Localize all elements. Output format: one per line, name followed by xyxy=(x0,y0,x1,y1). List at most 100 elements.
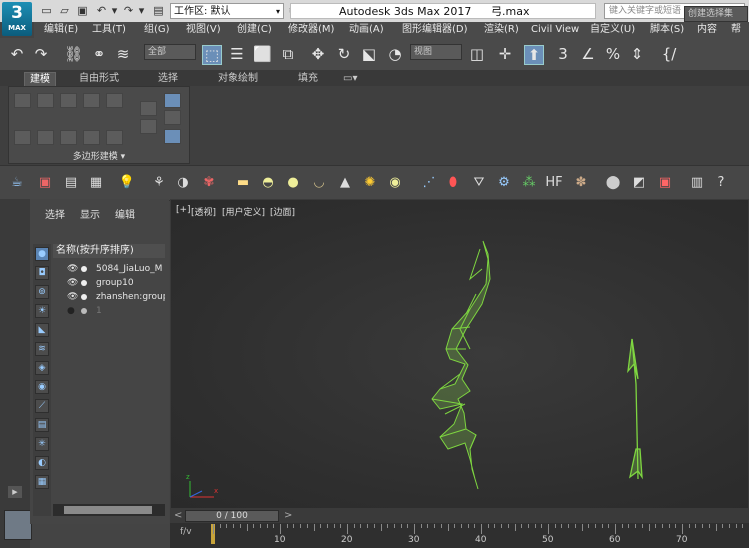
ribbon-button-e[interactable] xyxy=(106,130,123,145)
undo-dropdown-icon[interactable]: ▾ xyxy=(108,4,121,17)
rendered-frame-icon[interactable]: ▤ xyxy=(62,174,80,192)
tab-freeform[interactable]: 自由形式 xyxy=(79,72,119,86)
undo-icon[interactable]: ↶ xyxy=(95,4,108,17)
percent-snap-icon[interactable]: % xyxy=(604,45,622,63)
cone-icon[interactable]: ▲ xyxy=(336,174,354,192)
rectangular-selection-icon[interactable]: ⬜ xyxy=(253,45,272,63)
keyboard-shortcut-toggle-icon[interactable]: ⬆ xyxy=(524,45,544,65)
menu-group[interactable]: 组(G) xyxy=(144,22,170,38)
visibility-eye-icon[interactable]: 👁 xyxy=(67,276,78,290)
ribbon-button-g[interactable] xyxy=(140,119,157,134)
angle-snap-icon[interactable]: ∠ xyxy=(579,45,597,63)
filter-geometry-icon[interactable]: ◘ xyxy=(35,266,49,280)
teapot-icon[interactable]: ☕ xyxy=(8,174,26,192)
ribbon-button-d[interactable] xyxy=(83,130,100,145)
grid-icon[interactable]: ⋰ xyxy=(420,174,438,192)
scale-icon[interactable]: ⬕ xyxy=(360,45,378,63)
unlink-icon[interactable]: ⚭ xyxy=(90,45,108,63)
ribbon-button-border[interactable] xyxy=(60,93,77,108)
filter-frozen-icon[interactable]: ▦ xyxy=(35,475,49,489)
menu-help[interactable]: 帮助 xyxy=(731,22,749,51)
menu-scripting[interactable]: 脚本(S) xyxy=(650,22,684,38)
ribbon-button-f[interactable] xyxy=(140,101,157,116)
save-icon[interactable]: ▣ xyxy=(76,4,89,17)
tree-row[interactable]: 👁 group10 xyxy=(53,276,165,290)
visibility-eye-icon[interactable]: ● xyxy=(67,304,75,318)
mini-viewport-thumbnail[interactable] xyxy=(4,510,32,540)
select-by-name-icon[interactable]: ☰ xyxy=(228,45,246,63)
time-next-icon[interactable]: > xyxy=(284,510,292,521)
filter-bones-icon[interactable]: ▤ xyxy=(35,418,49,432)
tab-modeling[interactable]: 建模 xyxy=(24,72,56,87)
ribbon-button-element[interactable] xyxy=(106,93,123,108)
spinner-snap-icon[interactable]: ⇕ xyxy=(628,45,646,63)
ribbon-options-icon[interactable]: ▭▾ xyxy=(343,72,357,86)
mix-icon[interactable]: ✽ xyxy=(572,174,590,192)
filter-lights-icon[interactable]: ☀ xyxy=(35,304,49,318)
camera-icon[interactable]: ◑ xyxy=(174,174,192,192)
named-selection-set-input[interactable]: 创建选择集 xyxy=(684,6,748,22)
ribbon-button-a[interactable] xyxy=(14,130,31,145)
render-setup-icon[interactable]: ▣ xyxy=(36,174,54,192)
menu-graph-editors[interactable]: 图形编辑器(D) xyxy=(402,22,468,38)
project-icon[interactable]: ▥ xyxy=(688,174,706,192)
filter-xrefs-icon[interactable]: ⟋ xyxy=(35,399,49,413)
menu-animation[interactable]: 动画(A) xyxy=(349,22,384,38)
bind-space-warp-icon[interactable]: ≋ xyxy=(114,45,132,63)
filter-shapes-icon[interactable]: ⊚ xyxy=(35,285,49,299)
reference-coordinate-select[interactable]: 视图 xyxy=(410,44,462,60)
render-production-icon[interactable]: ▦ xyxy=(87,174,105,192)
filter-hidden-icon[interactable]: ◐ xyxy=(35,456,49,470)
tree-column-header[interactable]: 名称(按升序排序) xyxy=(53,244,165,258)
hf-icon[interactable]: HF xyxy=(545,174,563,192)
render-frame-window-icon[interactable]: ✾ xyxy=(200,174,218,192)
select-manipulate-icon[interactable]: ✛ xyxy=(496,45,514,63)
bowl-icon[interactable]: ◡ xyxy=(310,174,328,192)
time-prev-icon[interactable]: < xyxy=(174,510,182,521)
snaps-toggle-icon[interactable]: 3 xyxy=(554,45,572,63)
menu-edit[interactable]: 编辑(E) xyxy=(44,22,78,38)
material-ball-icon[interactable]: ⬤ xyxy=(604,174,622,192)
scene-menu-display[interactable]: 显示 xyxy=(80,206,100,221)
gear-icon[interactable]: ⚙ xyxy=(495,174,513,192)
tripod-icon[interactable]: ⛛ xyxy=(470,174,488,192)
place-icon[interactable]: ◔ xyxy=(386,45,404,63)
scene-menu-edit[interactable]: 编辑 xyxy=(115,206,135,221)
select-object-icon[interactable]: ⬚ xyxy=(202,45,222,65)
ribbon-button-b[interactable] xyxy=(37,130,54,145)
new-file-icon[interactable]: ▭ xyxy=(40,4,53,17)
workspace-select[interactable]: 工作区: 默认 ▾ xyxy=(170,3,284,19)
link-icon[interactable]: ⛓ xyxy=(64,45,83,63)
app-logo-button[interactable]: 3 MAX xyxy=(2,2,32,36)
filter-spacewarps-icon[interactable]: ◈ xyxy=(35,361,49,375)
tab-object-paint[interactable]: 对象绘制 xyxy=(218,72,258,86)
ribbon-button-polygon[interactable] xyxy=(83,93,100,108)
capsule-icon[interactable]: ⬮ xyxy=(444,174,462,192)
tab-selection[interactable]: 选择 xyxy=(158,72,178,86)
menu-create[interactable]: 创建(C) xyxy=(237,22,272,38)
tree-row[interactable]: 👁 zhanshen:group xyxy=(53,290,165,304)
visibility-eye-icon[interactable]: 👁 xyxy=(67,262,78,276)
redo-icon[interactable]: ↷ xyxy=(122,4,135,17)
menu-views[interactable]: 视图(V) xyxy=(186,22,221,38)
selection-filter-select[interactable]: 全部 xyxy=(144,44,196,60)
ribbon-toggle-1[interactable] xyxy=(164,93,181,108)
visibility-eye-icon[interactable]: 👁 xyxy=(67,290,78,304)
sphere-icon[interactable]: ● xyxy=(284,174,302,192)
redo-dropdown-icon[interactable]: ▾ xyxy=(135,4,148,17)
help-icon[interactable]: ? xyxy=(712,174,730,192)
hemisphere-icon[interactable]: ◓ xyxy=(259,174,277,192)
sun-icon[interactable]: ✺ xyxy=(361,174,379,192)
ribbon-button-c[interactable] xyxy=(60,130,77,145)
render-icon[interactable]: ▣ xyxy=(656,174,674,192)
pivot-center-icon[interactable]: ◫ xyxy=(468,45,486,63)
plane-icon[interactable]: ▬ xyxy=(234,174,252,192)
ribbon-button-edge[interactable] xyxy=(37,93,54,108)
ribbon-panel-label[interactable]: 多边形建模 ▾ xyxy=(8,151,190,164)
menu-customize[interactable]: 自定义(U) xyxy=(590,22,635,38)
move-icon[interactable]: ✥ xyxy=(309,45,327,63)
filter-particles-icon[interactable]: ✳ xyxy=(35,437,49,451)
window-crossing-icon[interactable]: ⧉ xyxy=(279,45,297,63)
ribbon-button-vertex[interactable] xyxy=(14,93,31,108)
ribbon-toggle-2[interactable] xyxy=(164,110,181,125)
